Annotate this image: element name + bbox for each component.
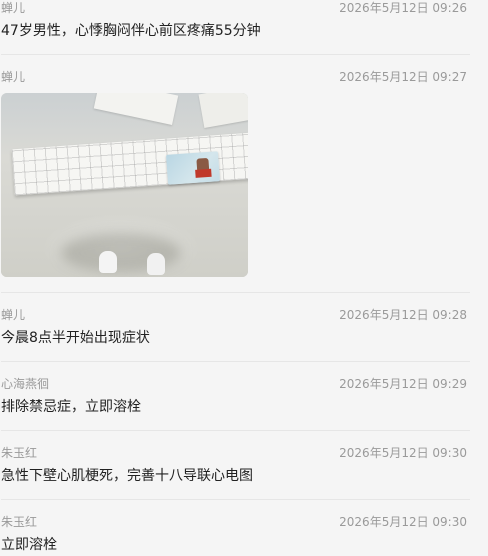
message-text: 今晨8点半开始出现症状 bbox=[1, 330, 150, 346]
chat-message: 蝉儿 2026年5月12日 09:26 47岁男性，心悸胸闷伴心前区疼痛55分钟 bbox=[0, 1, 470, 53]
message-timestamp: 2026年5月12日 09:30 bbox=[339, 446, 467, 460]
photo-id-shirt bbox=[195, 168, 212, 178]
message-text: 急性下壁心肌梗死，完善十八导联心电图 bbox=[1, 468, 253, 484]
photo-shoe bbox=[147, 253, 165, 275]
message-timestamp: 2026年5月12日 09:26 bbox=[339, 1, 467, 15]
chat-message: 朱玉红 2026年5月12日 09:30 立即溶栓 bbox=[0, 515, 470, 555]
chat-message: 蝉儿 2026年5月12日 09:28 今晨8点半开始出现症状 bbox=[0, 308, 470, 360]
message-text: 立即溶栓 bbox=[1, 537, 57, 553]
message-timestamp: 2026年5月12日 09:30 bbox=[339, 515, 467, 529]
message-timestamp: 2026年5月12日 09:28 bbox=[339, 308, 467, 322]
chat-message-feed[interactable]: 蝉儿 2026年5月12日 09:26 47岁男性，心悸胸闷伴心前区疼痛55分钟… bbox=[0, 0, 488, 556]
message-sender[interactable]: 朱玉红 bbox=[1, 446, 37, 460]
message-sender[interactable]: 心海燕徊 bbox=[1, 377, 49, 391]
message-sender[interactable]: 朱玉红 bbox=[1, 515, 37, 529]
message-image-ecg-photo[interactable] bbox=[1, 93, 248, 277]
message-sender[interactable]: 蝉儿 bbox=[1, 308, 25, 322]
message-divider bbox=[1, 54, 470, 55]
chat-message: 心海燕徊 2026年5月12日 09:29 排除禁忌症，立即溶栓 bbox=[0, 377, 470, 429]
message-text: 47岁男性，心悸胸闷伴心前区疼痛55分钟 bbox=[1, 23, 261, 39]
chat-message: 朱玉红 2026年5月12日 09:30 急性下壁心肌梗死，完善十八导联心电图 bbox=[0, 446, 470, 498]
message-text: 排除禁忌症，立即溶栓 bbox=[1, 399, 141, 415]
photo-id-card bbox=[166, 151, 220, 185]
message-sender[interactable]: 蝉儿 bbox=[1, 70, 25, 84]
photo-shoe bbox=[99, 251, 117, 273]
message-timestamp: 2026年5月12日 09:29 bbox=[339, 377, 467, 391]
chat-message: 蝉儿 2026年5月12日 09:27 bbox=[0, 70, 470, 280]
message-divider bbox=[1, 361, 470, 362]
message-divider bbox=[1, 292, 470, 293]
message-divider bbox=[1, 499, 470, 500]
message-divider bbox=[1, 430, 470, 431]
message-timestamp: 2026年5月12日 09:27 bbox=[339, 70, 467, 84]
message-sender[interactable]: 蝉儿 bbox=[1, 1, 25, 15]
